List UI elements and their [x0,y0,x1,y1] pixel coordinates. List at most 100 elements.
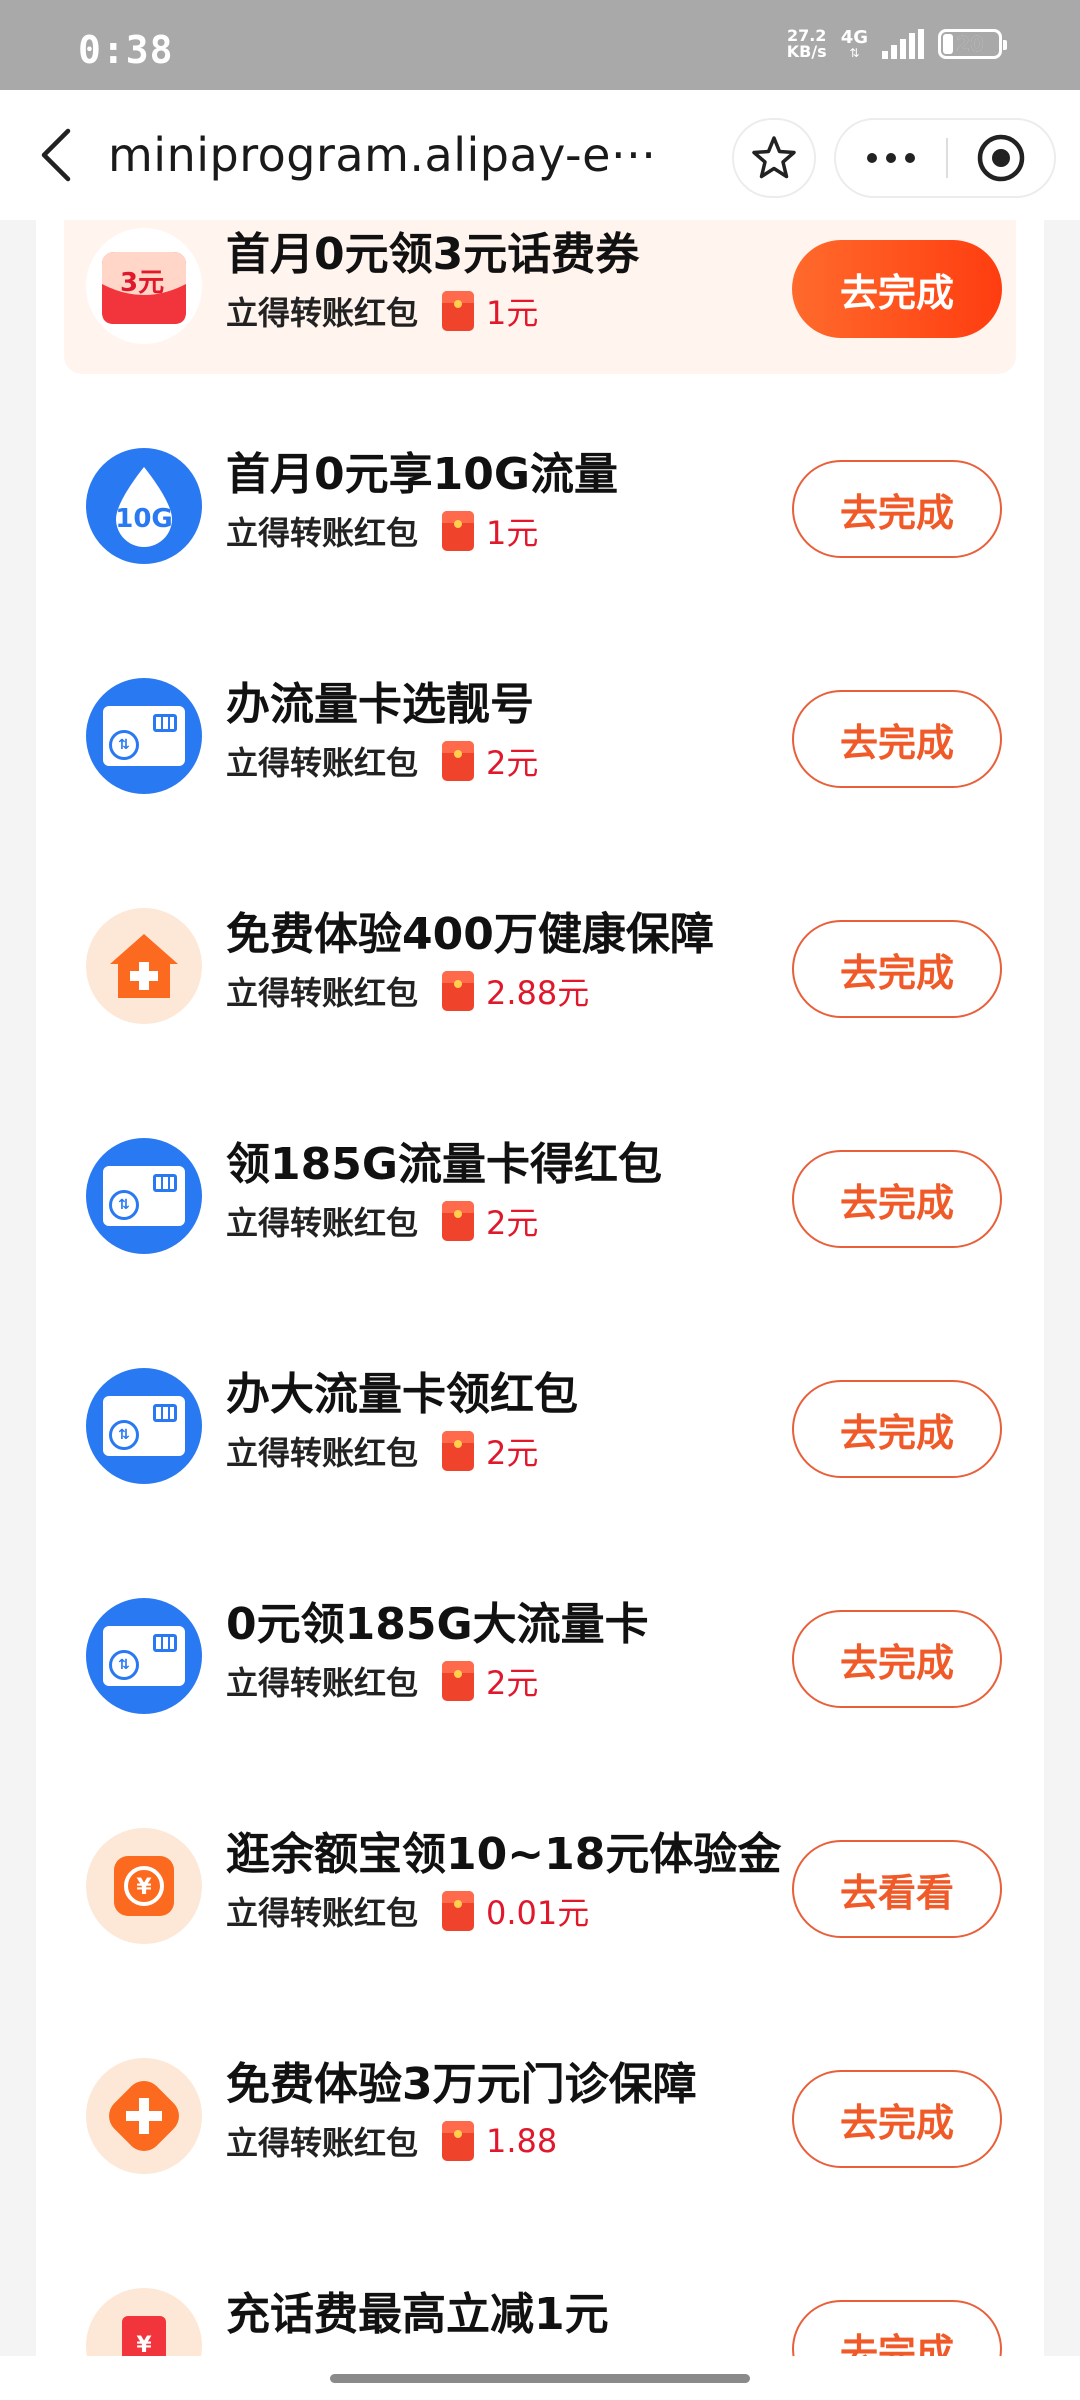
dot-icon [867,153,877,163]
task-action-button[interactable]: 去完成 [792,2070,1002,2168]
signal-icon [882,29,924,59]
home-indicator[interactable] [330,2374,750,2383]
net-speed: 27.2 KB/s [787,28,827,60]
miniapp-capsule [834,118,1056,198]
reward-label: 立得转账红包 [226,514,419,552]
task-reward: 立得转账红包 2元 [226,1428,538,1474]
task-item: 3元 首月0元领3元话费券 立得转账红包 1元 去完成 [64,210,1016,360]
reward-label: 立得转账红包 [226,1894,419,1932]
task-title: 办大流量卡领红包 [226,1369,578,1420]
task-reward: 立得转账红包 1.88 [226,2118,557,2164]
reward-amount: 0.01元 [486,1894,590,1932]
task-item: ⇅ 0元领185G大流量卡 立得转账红包 2元 去完成 [64,1580,1016,1730]
battery-icon: 20 [938,29,1007,59]
dot-icon [886,153,896,163]
task-action-button[interactable]: 去完成 [792,1150,1002,1248]
battery-level: 20 [956,32,984,56]
task-reward: 立得转账红包 1元 [226,508,538,554]
task-title: 0元领185G大流量卡 [226,1599,649,1650]
reward-label: 立得转账红包 [226,744,419,782]
sim-card-icon: ⇅ [86,678,202,794]
close-miniapp-button[interactable] [948,120,1054,196]
nav-bar: miniprogram.alipay-e··· [0,90,1080,220]
reward-label: 立得转账红包 [226,2124,419,2162]
back-button[interactable] [30,125,80,185]
task-title: 首月0元领3元话费券 [226,229,640,280]
status-icons: 27.2 KB/s 4G ⇅ 20 [787,27,1007,60]
task-reward: 立得转账红包 2元 [226,1658,538,1704]
data-drop-icon: 10G [86,448,202,564]
task-item: ¥ 充话费最高立减1元 去完成 [64,2270,1016,2360]
star-icon [752,136,796,179]
task-action-button[interactable]: 去完成 [792,690,1002,788]
task-action-button[interactable]: 去完成 [792,1380,1002,1478]
reward-amount: 1元 [486,514,539,552]
task-item: 10G 首月0元享10G流量 立得转账红包 1元 去完成 [64,430,1016,580]
reward-amount: 2.88元 [486,974,590,1012]
task-item: ⇅ 办大流量卡领红包 立得转账红包 2元 去完成 [64,1350,1016,1500]
reward-amount: 2元 [486,1204,539,1242]
yuebao-yen-icon: ¥ [86,1828,202,1944]
reward-amount: 1.88 [486,2122,558,2160]
coupon-badge: 3元 [120,268,165,298]
sim-card-icon: ⇅ [86,1598,202,1714]
reward-amount: 2元 [486,1664,539,1702]
red-envelope-icon [442,1431,475,1471]
task-action-button[interactable]: 去完成 [792,460,1002,558]
reward-label: 立得转账红包 [226,294,419,332]
task-action-button[interactable]: 去完成 [792,1610,1002,1708]
reward-amount: 2元 [486,744,539,782]
task-item: 免费体验3万元门诊保障 立得转账红包 1.88 去完成 [64,2040,1016,2190]
red-envelope-icon [442,1201,475,1241]
svg-text:¥: ¥ [136,2333,152,2358]
status-time: 0:38 [78,28,174,72]
reward-amount: 2元 [486,1434,539,1472]
chevron-left-icon [41,128,71,182]
task-item: 免费体验400万健康保障 立得转账红包 2.88元 去完成 [64,890,1016,1040]
health-house-icon [86,908,202,1024]
task-action-button[interactable]: 去看看 [792,1840,1002,1938]
status-bar: 0:38 27.2 KB/s 4G ⇅ 20 [0,0,1080,90]
task-reward: 立得转账红包 0.01元 [226,1888,589,1934]
task-reward: 立得转账红包 2.88元 [226,968,589,1014]
task-title: 免费体验400万健康保障 [226,909,714,960]
favorite-button[interactable] [732,118,816,198]
sim-card-icon: ⇅ [86,1368,202,1484]
task-title: 办流量卡选靓号 [226,679,534,730]
network-type: 4G [840,27,868,48]
red-envelope-icon [442,511,475,551]
task-reward: 立得转账红包 2元 [226,738,538,784]
data-badge: 10G [115,504,173,534]
red-envelope-icon [442,2121,475,2161]
reward-label: 立得转账红包 [226,1204,419,1242]
reward-label: 立得转账红包 [226,1434,419,1472]
task-item: ¥ 逛余额宝领10~18元体验金 立得转账红包 0.01元 去看看 [64,1810,1016,1960]
task-title: 充话费最高立减1元 [226,2289,609,2340]
dot-icon [905,153,915,163]
svg-text:¥: ¥ [136,1875,152,1900]
task-title: 首月0元享10G流量 [226,449,618,500]
page-url: miniprogram.alipay-e··· [108,128,657,182]
task-reward: 立得转账红包 2元 [226,1198,538,1244]
net-speed-unit: KB/s [786,42,827,61]
medical-plus-icon [86,2058,202,2174]
task-action-button[interactable]: 去完成 [792,920,1002,1018]
task-action-button[interactable]: 去完成 [792,2300,1002,2360]
network-indicator: 4G ⇅ [840,27,868,60]
red-envelope-icon [442,291,475,331]
task-title: 领185G流量卡得红包 [226,1139,662,1190]
red-envelope-icon [442,1661,475,1701]
more-button[interactable] [836,120,946,196]
reward-label: 立得转账红包 [226,974,419,1012]
red-envelope-icon [442,1891,475,1931]
task-title: 逛余额宝领10~18元体验金 [226,1829,782,1880]
task-item: ⇅ 领185G流量卡得红包 立得转账红包 2元 去完成 [64,1120,1016,1270]
target-circle-icon [977,134,1025,182]
data-arrows-icon: ⇅ [849,46,860,60]
task-item: ⇅ 办流量卡选靓号 立得转账红包 2元 去完成 [64,660,1016,810]
task-reward: 立得转账红包 1元 [226,288,538,334]
task-title: 免费体验3万元门诊保障 [226,2059,697,2110]
task-action-button[interactable]: 去完成 [792,240,1002,338]
sim-card-icon: ⇅ [86,1138,202,1254]
reward-label: 立得转账红包 [226,1664,419,1702]
